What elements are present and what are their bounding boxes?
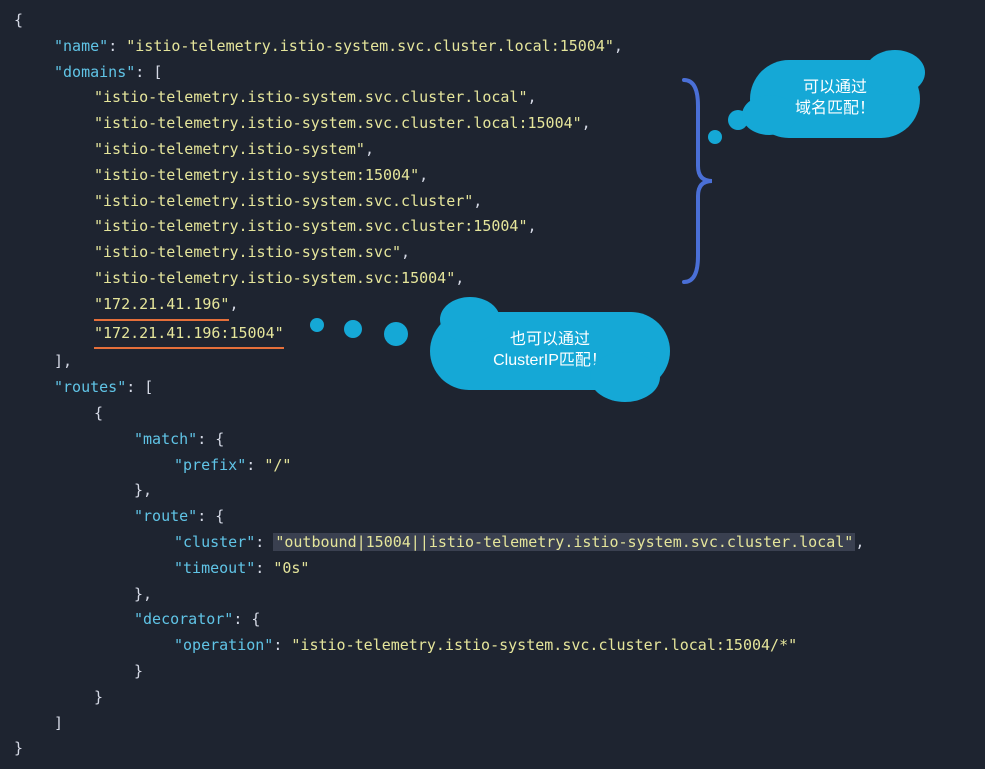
domain-item-ip: "172.21.41.196" bbox=[94, 295, 229, 313]
json-key-operation: "operation" bbox=[174, 636, 273, 654]
domain-item: "istio-telemetry.istio-system" bbox=[94, 140, 365, 158]
json-val-name: "istio-telemetry.istio-system.svc.cluste… bbox=[126, 37, 614, 55]
annotation-text: ClusterIP匹配！ bbox=[493, 351, 607, 372]
domain-item: "istio-telemetry.istio-system.svc.cluste… bbox=[94, 88, 527, 106]
json-key-route: "route" bbox=[134, 507, 197, 525]
domain-item: "istio-telemetry.istio-system.svc:15004" bbox=[94, 269, 455, 287]
annotation-text: 也可以通过 bbox=[510, 330, 590, 351]
curly-brace-icon bbox=[680, 76, 718, 286]
annotation-cloud: 可以通过 域名匹配！ bbox=[750, 60, 920, 138]
domain-item: "istio-telemetry.istio-system.svc.cluste… bbox=[94, 217, 527, 235]
json-val-cluster: "outbound|15004||istio-telemetry.istio-s… bbox=[273, 533, 855, 551]
json-key-match: "match" bbox=[134, 430, 197, 448]
thought-dot-icon bbox=[344, 320, 362, 338]
json-val-timeout: "0s" bbox=[273, 559, 309, 577]
json-val-operation: "istio-telemetry.istio-system.svc.cluste… bbox=[291, 636, 797, 654]
json-key-timeout: "timeout" bbox=[174, 559, 255, 577]
annotation-text: 域名匹配！ bbox=[795, 99, 875, 120]
annotation-text: 可以通过 bbox=[803, 78, 867, 99]
annotation-cloud: 也可以通过 ClusterIP匹配！ bbox=[430, 312, 670, 390]
domain-item: "istio-telemetry.istio-system.svc.cluste… bbox=[94, 192, 473, 210]
json-key-domains: "domains" bbox=[54, 63, 135, 81]
thought-dot-icon bbox=[310, 318, 324, 332]
thought-dot-icon bbox=[708, 130, 722, 144]
domain-item: "istio-telemetry.istio-system.svc.cluste… bbox=[94, 114, 582, 132]
json-key-cluster: "cluster" bbox=[174, 533, 255, 551]
domain-item-ip: "172.21.41.196:15004" bbox=[94, 324, 284, 342]
json-key-decorator: "decorator" bbox=[134, 610, 233, 628]
domain-item: "istio-telemetry.istio-system:15004" bbox=[94, 166, 419, 184]
json-key-routes: "routes" bbox=[54, 378, 126, 396]
domain-item: "istio-telemetry.istio-system.svc" bbox=[94, 243, 401, 261]
json-key-prefix: "prefix" bbox=[174, 456, 246, 474]
json-val-prefix: "/" bbox=[264, 456, 291, 474]
thought-dot-icon bbox=[384, 322, 408, 346]
json-key-name: "name" bbox=[54, 37, 108, 55]
